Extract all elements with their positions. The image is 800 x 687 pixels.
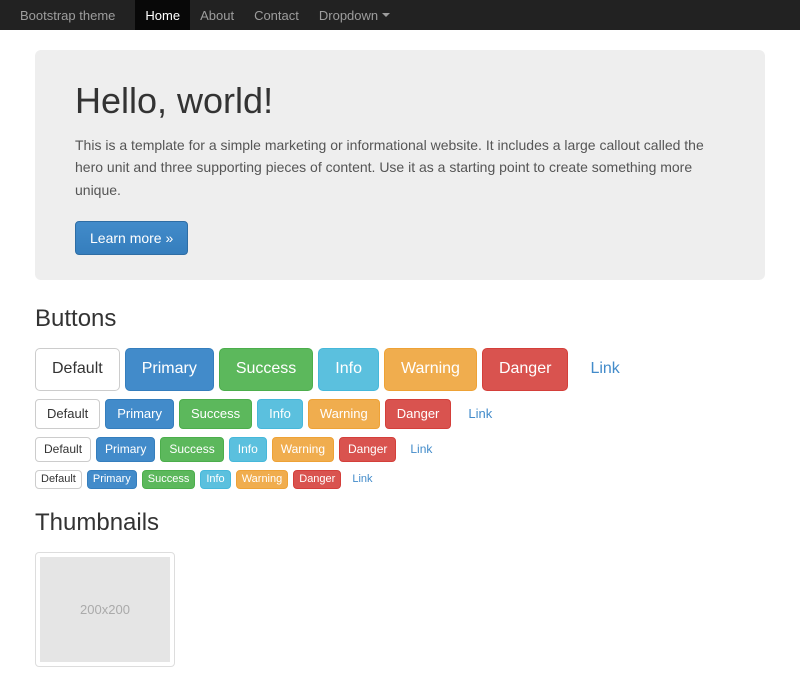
thumbnails-title: Thumbnails bbox=[35, 509, 765, 537]
btn-warning-sm[interactable]: Warning bbox=[272, 437, 334, 462]
thumbnail-placeholder: 200x200 bbox=[40, 557, 170, 662]
chevron-down-icon bbox=[382, 13, 390, 17]
btn-info-sm[interactable]: Info bbox=[229, 437, 267, 462]
learn-more-button[interactable]: Learn more » bbox=[75, 221, 188, 255]
btn-danger-lg[interactable]: Danger bbox=[482, 348, 568, 390]
btn-info-md[interactable]: Info bbox=[257, 399, 303, 429]
thumbnails-section: Thumbnails 200x200 bbox=[35, 509, 765, 667]
btn-default-xs[interactable]: Default bbox=[35, 470, 82, 489]
btn-link-md[interactable]: Link bbox=[456, 399, 504, 429]
btn-link-lg[interactable]: Link bbox=[573, 348, 636, 390]
buttons-row-sm: Default Primary Success Info Warning Dan… bbox=[35, 437, 765, 462]
btn-info-lg[interactable]: Info bbox=[318, 348, 379, 390]
btn-primary-xs[interactable]: Primary bbox=[87, 470, 137, 489]
nav-item-about[interactable]: About bbox=[190, 0, 244, 30]
nav-item-dropdown[interactable]: Dropdown bbox=[309, 0, 400, 30]
thumbnail-label: 200x200 bbox=[80, 602, 130, 617]
btn-link-xs[interactable]: Link bbox=[346, 470, 378, 489]
buttons-row-lg: Default Primary Success Info Warning Dan… bbox=[35, 348, 765, 390]
hero-heading: Hello, world! bbox=[75, 80, 725, 122]
btn-link-sm[interactable]: Link bbox=[401, 437, 441, 462]
thumbnail-item[interactable]: 200x200 bbox=[35, 552, 175, 667]
btn-default-md[interactable]: Default bbox=[35, 399, 100, 429]
btn-success-lg[interactable]: Success bbox=[219, 348, 313, 390]
buttons-section: Buttons Default Primary Success Info War… bbox=[35, 305, 765, 489]
main-container: Hello, world! This is a template for a s… bbox=[20, 30, 780, 687]
hero-description: This is a template for a simple marketin… bbox=[75, 134, 725, 201]
btn-danger-md[interactable]: Danger bbox=[385, 399, 452, 429]
btn-danger-xs[interactable]: Danger bbox=[293, 470, 341, 489]
buttons-row-md: Default Primary Success Info Warning Dan… bbox=[35, 399, 765, 429]
nav-item-contact[interactable]: Contact bbox=[244, 0, 309, 30]
navbar: Bootstrap theme Home About Contact Dropd… bbox=[0, 0, 800, 30]
btn-danger-sm[interactable]: Danger bbox=[339, 437, 396, 462]
nav-items: Home About Contact Dropdown bbox=[135, 0, 400, 30]
btn-primary-sm[interactable]: Primary bbox=[96, 437, 155, 462]
btn-info-xs[interactable]: Info bbox=[200, 470, 230, 489]
btn-warning-md[interactable]: Warning bbox=[308, 399, 380, 429]
btn-primary-lg[interactable]: Primary bbox=[125, 348, 214, 390]
btn-warning-xs[interactable]: Warning bbox=[236, 470, 289, 489]
btn-success-xs[interactable]: Success bbox=[142, 470, 196, 489]
btn-success-sm[interactable]: Success bbox=[160, 437, 223, 462]
btn-primary-md[interactable]: Primary bbox=[105, 399, 174, 429]
navbar-brand: Bootstrap theme bbox=[20, 8, 115, 23]
btn-success-md[interactable]: Success bbox=[179, 399, 252, 429]
nav-item-home[interactable]: Home bbox=[135, 0, 190, 30]
btn-default-sm[interactable]: Default bbox=[35, 437, 91, 462]
hero-unit: Hello, world! This is a template for a s… bbox=[35, 50, 765, 280]
buttons-title: Buttons bbox=[35, 305, 765, 333]
btn-warning-lg[interactable]: Warning bbox=[384, 348, 477, 390]
buttons-row-xs: Default Primary Success Info Warning Dan… bbox=[35, 470, 765, 489]
btn-default-lg[interactable]: Default bbox=[35, 348, 120, 390]
